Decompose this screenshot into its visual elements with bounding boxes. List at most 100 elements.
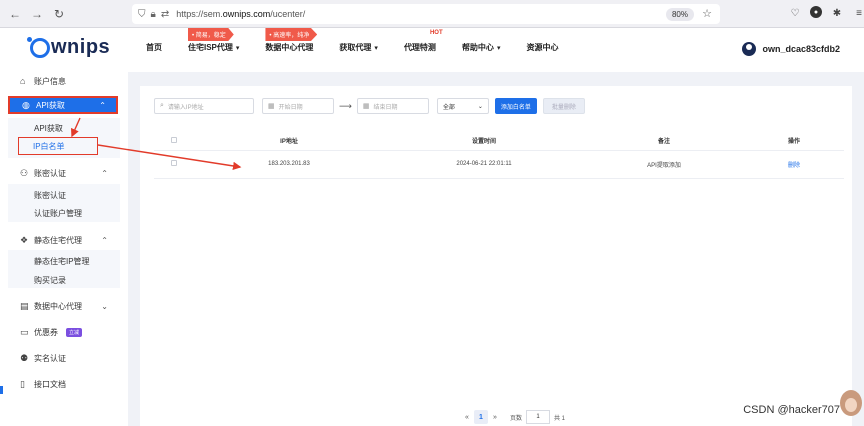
chevron-up-icon: ⌃: [101, 235, 108, 245]
hot-badge: HOT: [429, 30, 443, 36]
server-icon: ▤: [20, 300, 29, 311]
sidebar-item-real-name[interactable]: ⚉ 实名认证: [0, 349, 128, 367]
site-header: wnips 首页 • 简易，稳定 住宅ISP代理 ▾ • 高速率，纯净 数据中心代…: [0, 28, 864, 72]
action-cell: 删除: [744, 150, 844, 179]
sidebar-item-account-info[interactable]: ⌂ 账户信息: [0, 72, 128, 90]
zoom-level[interactable]: 80%: [665, 8, 694, 21]
search-icon: ⌕: [160, 102, 164, 109]
sidebar-subitem-account-auth[interactable]: 账密认证: [34, 190, 66, 201]
sidebar-subitem-static-ip-manage[interactable]: 静态住宅IP管理: [34, 256, 90, 267]
chevron-down-icon: ▾: [374, 45, 378, 52]
filter-select[interactable]: 全部 ⌄: [436, 98, 489, 114]
nav-help-center[interactable]: 帮助中心 ▾: [462, 42, 501, 53]
chevron-down-icon: ▾: [235, 45, 240, 52]
sidebar-subitem-ip-whitelist[interactable]: IP白名单: [18, 137, 98, 155]
table-row: 183.203.201.83 2024-06-21 22:01:11 API提取…: [154, 150, 844, 179]
time-cell: 2024-06-21 22:01:11: [384, 150, 584, 179]
sidebar-item-api-get[interactable]: ◍ API获取 ⌃: [8, 96, 118, 114]
col-time: 设置时间: [384, 132, 584, 151]
lock-icon: 🔒︎: [150, 8, 156, 20]
star-icon[interactable]: ☆: [702, 7, 712, 20]
id-card-icon: ⚉: [20, 352, 29, 363]
top-nav: 首页 • 简易，稳定 住宅ISP代理 ▾ • 高速率，纯净 数据中心代理 获取代理…: [146, 28, 584, 53]
prev-page-button[interactable]: «: [460, 410, 474, 424]
watermark: CSDN @hacker707: [743, 404, 840, 416]
reload-icon[interactable]: ↻: [50, 5, 68, 23]
ticket-icon: ▭: [20, 326, 29, 337]
globe-icon: ◍: [22, 99, 30, 110]
col-ip: IP地址: [194, 132, 384, 151]
page-jump-input[interactable]: 1: [526, 410, 551, 424]
col-action: 操作: [744, 132, 844, 151]
row-checkbox[interactable]: [171, 160, 177, 166]
sidebar-item-coupon[interactable]: ▭ 优惠券 立减: [0, 323, 128, 341]
user-menu[interactable]: own_dcac83cfdb2: [742, 42, 840, 56]
page-button-current[interactable]: 1: [474, 410, 488, 424]
home-icon: ⌂: [20, 76, 26, 86]
user-icon: ⚇: [20, 167, 29, 178]
nav-get-proxy[interactable]: 获取代理 ▾: [339, 42, 378, 53]
back-icon[interactable]: ←: [6, 5, 24, 23]
logo-mark-icon: [27, 36, 50, 58]
sidebar-subitem-purchase-record[interactable]: 购买记录: [34, 275, 66, 286]
sidebar-item-api-docs[interactable]: ▯ 接口文档: [0, 375, 128, 393]
main-panel: ⌕ 请输入IP地址 ▦ 开始日期 ⟶ ▦ 结束日期 全部 ⌄ 添加白名单 批量删除 IP…: [140, 86, 852, 426]
calendar-icon: ▦: [268, 103, 275, 110]
cube-icon: ❖: [20, 234, 29, 245]
range-arrow-icon: ⟶: [339, 100, 352, 111]
url-text: https://sem.ownips.com/ucenter/: [176, 9, 306, 19]
coupon-tag: 立减: [66, 327, 83, 337]
sidebar-subitem-api-get[interactable]: API获取: [34, 123, 63, 134]
nav-resource-center[interactable]: 资源中心: [526, 42, 558, 53]
avatar: [742, 42, 757, 56]
forward-icon[interactable]: →: [28, 5, 46, 23]
logo[interactable]: wnips: [27, 36, 110, 59]
sidebar-item-account-auth[interactable]: ⚇ 账密认证 ⌃: [0, 164, 128, 182]
col-note: 备注: [584, 132, 744, 151]
sidebar: ⌂ 账户信息 ◍ API获取 ⌃ API获取 IP白名单 ⚇ 账密认证 ⌃ 账密认证 …: [0, 72, 128, 426]
start-date-input[interactable]: ▦ 开始日期: [262, 98, 334, 114]
end-date-input[interactable]: ▦ 结束日期: [356, 98, 429, 114]
shield-icon: ⛉: [138, 8, 146, 20]
chevron-down-icon: ▾: [496, 45, 501, 52]
sidebar-item-static-residential[interactable]: ❖ 静态住宅代理 ⌃: [0, 231, 128, 249]
document-icon: ▯: [20, 378, 25, 389]
sidebar-subitem-auth-account-manage[interactable]: 认证账户管理: [34, 208, 82, 219]
nav-home[interactable]: 首页: [146, 42, 162, 53]
batch-delete-button[interactable]: 批量删除: [542, 98, 585, 114]
menu-icon[interactable]: ≡: [852, 6, 864, 20]
browser-toolbar: ← → ↻ ⛉ 🔒︎ ⇄ https://sem.ownips.com/ucen…: [0, 0, 864, 28]
nav-isp-proxy[interactable]: • 简易，稳定 住宅ISP代理 ▾: [188, 28, 240, 53]
whitelist-table: IP地址 设置时间 备注 操作 183.203.201.83 2024-06-2…: [154, 132, 844, 179]
extensions-icon[interactable]: ✱: [830, 6, 844, 20]
select-all-cell: [154, 132, 194, 151]
promo-tag: • 高速率，纯净: [265, 28, 318, 41]
chevron-down-icon: ⌄: [477, 103, 483, 110]
pocket-icon[interactable]: ♡: [788, 6, 802, 20]
tracking-icon: ⇄: [160, 8, 170, 20]
table-header-row: IP地址 设置时间 备注 操作: [154, 132, 844, 151]
page-label: 页数: [510, 415, 523, 422]
username: own_dcac83cfdb2: [762, 44, 840, 54]
chevron-up-icon: ⌃: [101, 168, 108, 178]
total-count: 共 1: [554, 415, 566, 422]
note-cell: API提取添加: [584, 150, 744, 179]
add-whitelist-button[interactable]: 添加白名单: [494, 98, 537, 114]
account-icon[interactable]: ●: [810, 6, 822, 18]
next-page-button[interactable]: »: [488, 410, 502, 424]
row-select-cell: [154, 150, 194, 179]
select-all-checkbox[interactable]: [171, 136, 177, 143]
address-bar[interactable]: ⛉ 🔒︎ ⇄ https://sem.ownips.com/ucenter/ 8…: [132, 4, 720, 24]
calendar-icon: ▦: [362, 103, 370, 110]
delete-link[interactable]: 删除: [788, 163, 800, 169]
sidebar-item-datacenter-proxy[interactable]: ▤ 数据中心代理 ⌄: [0, 297, 128, 315]
ip-cell: 183.203.201.83: [194, 150, 384, 179]
pagination: « 1 » 页数 1 共 1: [460, 410, 565, 424]
chevron-down-icon: ⌄: [101, 301, 108, 311]
support-avatar[interactable]: [840, 390, 862, 416]
nav-proxy-test[interactable]: HOT 代理特测: [404, 30, 443, 53]
ip-search-input[interactable]: ⌕ 请输入IP地址: [154, 98, 254, 114]
promo-tag: • 简易，稳定: [188, 28, 234, 41]
nav-datacenter-proxy[interactable]: • 高速率，纯净 数据中心代理: [265, 28, 318, 53]
edge-marker: [0, 386, 3, 394]
